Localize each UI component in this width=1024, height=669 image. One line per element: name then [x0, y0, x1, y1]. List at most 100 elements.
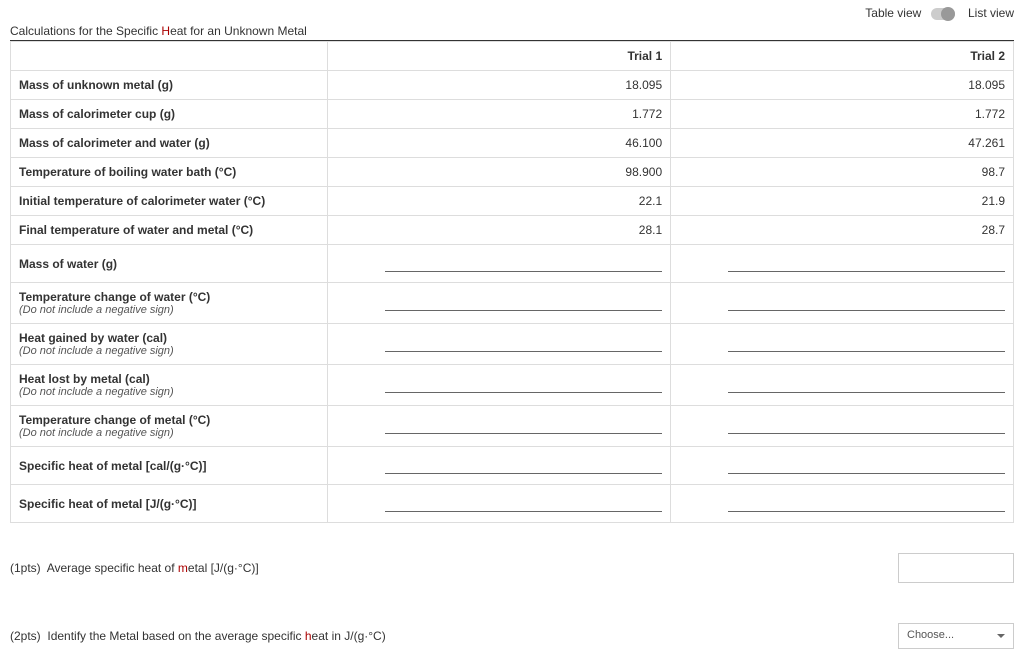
row-label: Final temperature of water and metal (°C… — [11, 216, 328, 245]
blank-line — [728, 377, 1005, 393]
row-val-t2: 98.7 — [671, 158, 1014, 187]
blank-line — [728, 295, 1005, 311]
table-input-row: Mass of water (g) — [11, 245, 1014, 283]
blank-line — [385, 256, 662, 272]
q1-pts: (1pts) — [10, 561, 41, 575]
header-blank — [11, 42, 328, 71]
row-blank-t2[interactable] — [671, 245, 1014, 283]
table-input-row: Specific heat of metal [J/(g·°C)] — [11, 485, 1014, 523]
chevron-down-icon — [997, 634, 1005, 638]
blank-line — [728, 418, 1005, 434]
title-rest: eat for an Unknown Metal — [170, 24, 307, 38]
view-label-list: List view — [968, 6, 1014, 20]
data-table: Trial 1 Trial 2 Mass of unknown metal (g… — [10, 41, 1014, 523]
question-1: (1pts) Average specific heat of metal [J… — [10, 553, 1014, 583]
row-label: Mass of calorimeter and water (g) — [11, 129, 328, 158]
blank-line — [728, 496, 1005, 512]
row-label: Initial temperature of calorimeter water… — [11, 187, 328, 216]
row-val-t1: 98.900 — [328, 158, 671, 187]
row-label: Mass of calorimeter cup (g) — [11, 100, 328, 129]
table-row: Mass of calorimeter and water (g)46.1004… — [11, 129, 1014, 158]
row-val-t2: 28.7 — [671, 216, 1014, 245]
blank-line — [385, 377, 662, 393]
row-val-t2: 21.9 — [671, 187, 1014, 216]
table-input-row: Heat lost by metal (cal)(Do not include … — [11, 365, 1014, 406]
row-blank-t1[interactable] — [328, 365, 671, 406]
row-note: (Do not include a negative sign) — [19, 345, 319, 357]
q2-select-label: Choose... — [907, 629, 954, 641]
q2-prefix: Identify the Metal based on the average … — [47, 629, 305, 643]
table-input-row: Specific heat of metal [cal/(g·°C)] — [11, 447, 1014, 485]
row-note: (Do not include a negative sign) — [19, 427, 319, 439]
q1-prefix: Average specific heat of — [47, 561, 178, 575]
row-val-t1: 22.1 — [328, 187, 671, 216]
view-toggle-switch[interactable] — [931, 8, 955, 20]
row-blank-t1[interactable] — [328, 283, 671, 324]
title-hl: H — [161, 24, 170, 38]
blank-line — [385, 458, 662, 474]
table-row: Mass of unknown metal (g)18.09518.095 — [11, 71, 1014, 100]
row-blank-t2[interactable] — [671, 365, 1014, 406]
row-label: Temperature of boiling water bath (°C) — [11, 158, 328, 187]
view-toggle: Table view List view — [10, 6, 1014, 24]
table-row: Mass of calorimeter cup (g)1.7721.772 — [11, 100, 1014, 129]
blank-line — [385, 496, 662, 512]
blank-line — [728, 336, 1005, 352]
row-label: Specific heat of metal [cal/(g·°C)] — [11, 447, 328, 485]
row-note: (Do not include a negative sign) — [19, 304, 319, 316]
toggle-knob — [941, 7, 955, 21]
header-row: Trial 1 Trial 2 — [11, 42, 1014, 71]
row-blank-t2[interactable] — [671, 406, 1014, 447]
blank-line — [728, 458, 1005, 474]
row-val-t1: 18.095 — [328, 71, 671, 100]
row-label: Heat lost by metal (cal)(Do not include … — [11, 365, 328, 406]
row-label: Temperature change of metal (°C)(Do not … — [11, 406, 328, 447]
row-label: Heat gained by water (cal)(Do not includ… — [11, 324, 328, 365]
table-input-row: Heat gained by water (cal)(Do not includ… — [11, 324, 1014, 365]
table-row: Temperature of boiling water bath (°C)98… — [11, 158, 1014, 187]
row-val-t2: 1.772 — [671, 100, 1014, 129]
row-blank-t2[interactable] — [671, 485, 1014, 523]
row-label: Specific heat of metal [J/(g·°C)] — [11, 485, 328, 523]
row-blank-t1[interactable] — [328, 324, 671, 365]
row-val-t2: 18.095 — [671, 71, 1014, 100]
q1-rest: etal [J/(g·°C)] — [188, 561, 259, 575]
row-blank-t2[interactable] — [671, 447, 1014, 485]
row-blank-t1[interactable] — [328, 485, 671, 523]
header-trial1: Trial 1 — [328, 42, 671, 71]
row-note: (Do not include a negative sign) — [19, 386, 319, 398]
row-blank-t1[interactable] — [328, 447, 671, 485]
row-val-t1: 46.100 — [328, 129, 671, 158]
table-row: Initial temperature of calorimeter water… — [11, 187, 1014, 216]
row-label: Mass of water (g) — [11, 245, 328, 283]
view-label-table: Table view — [865, 6, 921, 20]
row-blank-t2[interactable] — [671, 324, 1014, 365]
table-input-row: Temperature change of metal (°C)(Do not … — [11, 406, 1014, 447]
blank-line — [385, 295, 662, 311]
q2-select[interactable]: Choose... — [898, 623, 1014, 649]
q2-pts: (2pts) — [10, 629, 41, 643]
q2-text: (2pts) Identify the Metal based on the a… — [10, 629, 386, 643]
row-val-t1: 28.1 — [328, 216, 671, 245]
table-row: Final temperature of water and metal (°C… — [11, 216, 1014, 245]
blank-line — [385, 336, 662, 352]
row-blank-t1[interactable] — [328, 406, 671, 447]
row-blank-t2[interactable] — [671, 283, 1014, 324]
q2-hl: h — [305, 629, 312, 643]
header-trial2: Trial 2 — [671, 42, 1014, 71]
row-blank-t1[interactable] — [328, 245, 671, 283]
row-label: Temperature change of water (°C)(Do not … — [11, 283, 328, 324]
q2-rest: eat in J/(g·°C) — [312, 629, 386, 643]
section-title: Calculations for the Specific Heat for a… — [10, 24, 1014, 41]
q1-text: (1pts) Average specific heat of metal [J… — [10, 561, 259, 575]
blank-line — [728, 256, 1005, 272]
row-val-t1: 1.772 — [328, 100, 671, 129]
q1-answer-input[interactable] — [898, 553, 1014, 583]
row-val-t2: 47.261 — [671, 129, 1014, 158]
title-prefix: Calculations for the Specific — [10, 24, 161, 38]
table-input-row: Temperature change of water (°C)(Do not … — [11, 283, 1014, 324]
row-label: Mass of unknown metal (g) — [11, 71, 328, 100]
question-2: (2pts) Identify the Metal based on the a… — [10, 623, 1014, 649]
q1-hl: m — [178, 561, 188, 575]
blank-line — [385, 418, 662, 434]
